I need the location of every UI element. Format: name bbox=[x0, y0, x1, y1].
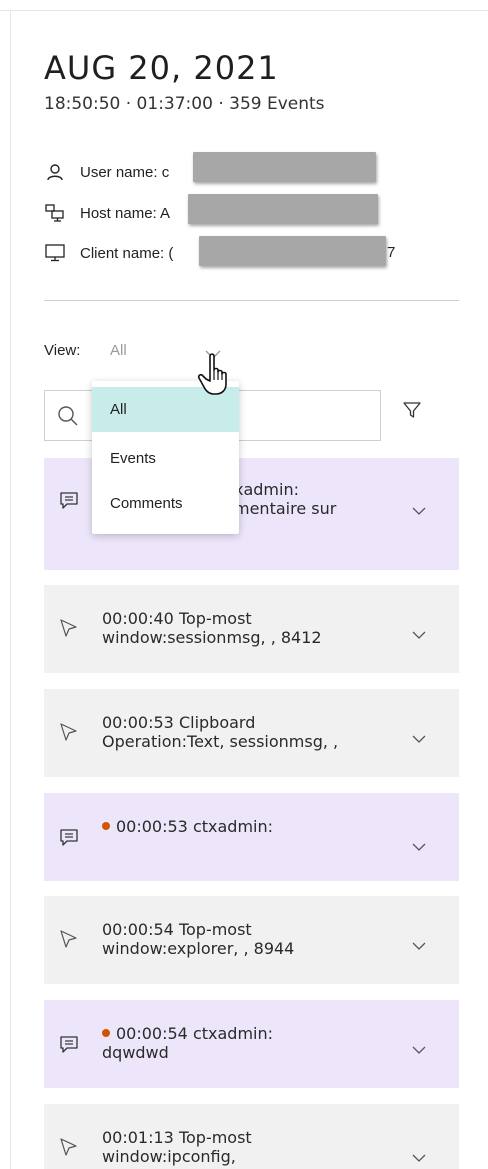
unread-dot bbox=[102, 1029, 110, 1037]
chevron-down-icon[interactable] bbox=[411, 936, 427, 955]
search-icon bbox=[57, 405, 79, 431]
host-icon bbox=[44, 202, 66, 224]
chevron-down-icon[interactable] bbox=[411, 501, 427, 520]
pointer-icon bbox=[58, 617, 80, 643]
chevron-down-icon[interactable] bbox=[411, 1040, 427, 1059]
card-line-1: 00:00:54 Top-most bbox=[102, 920, 252, 939]
comment-card[interactable]: 00:00:54 ctxadmin: dqwdwd bbox=[44, 1000, 459, 1088]
card-line-2: Operation:Text, sessionmsg, , bbox=[102, 732, 339, 751]
host-name-row: Host name: A bbox=[44, 201, 170, 225]
card-line-1: xadmin: bbox=[234, 480, 299, 499]
card-line-2: window:explorer, , 8944 bbox=[102, 939, 295, 958]
monitor-icon bbox=[44, 242, 66, 264]
left-divider bbox=[10, 10, 11, 1169]
card-line-2: window:sessionmsg, , 8412 bbox=[102, 628, 322, 647]
card-line-2: mentaire sur bbox=[234, 499, 337, 518]
chevron-down-icon[interactable] bbox=[411, 1148, 427, 1167]
comment-card[interactable]: 00:00:53 ctxadmin: bbox=[44, 793, 459, 881]
filter-icon[interactable] bbox=[402, 400, 422, 424]
card-line-1: 00:01:13 Top-most bbox=[102, 1128, 252, 1147]
client-name-label: Client name: ( bbox=[80, 244, 174, 262]
pointer-icon bbox=[58, 721, 80, 747]
card-line-1: 00:00:53 Clipboard bbox=[102, 713, 256, 732]
chevron-down-icon[interactable] bbox=[411, 625, 427, 644]
user-name-row: User name: c bbox=[44, 160, 169, 184]
host-name-label: Host name: A bbox=[80, 204, 171, 222]
pointer-icon bbox=[58, 928, 80, 954]
comment-icon bbox=[58, 490, 80, 514]
user-icon bbox=[44, 161, 66, 183]
event-card[interactable]: 00:00:40 Top-most window:sessionmsg, , 8… bbox=[44, 585, 459, 673]
event-card[interactable]: 00:01:13 Top-most window:ipconfig, bbox=[44, 1104, 459, 1169]
session-date: AUG 20, 2021 bbox=[44, 49, 279, 87]
section-divider bbox=[44, 300, 459, 301]
view-dropdown-menu: All Events Comments bbox=[92, 381, 239, 534]
card-line-1: 00:00:54 ctxadmin: bbox=[116, 1024, 274, 1043]
dropdown-option-events[interactable]: Events bbox=[92, 436, 239, 481]
event-card[interactable]: 00:00:53 Clipboard Operation:Text, sessi… bbox=[44, 689, 459, 777]
hand-cursor-icon bbox=[196, 352, 240, 402]
comment-icon bbox=[58, 1034, 80, 1058]
card-line-2: window:ipconfig, bbox=[102, 1147, 236, 1166]
view-label: View: bbox=[44, 342, 81, 359]
event-card[interactable]: 00:00:54 Top-most window:explorer, , 894… bbox=[44, 896, 459, 984]
client-name-row: Client name: ( bbox=[44, 241, 173, 265]
redacted-client-name bbox=[199, 236, 386, 266]
card-line-2: dqwdwd bbox=[102, 1043, 169, 1062]
view-select[interactable]: All bbox=[110, 342, 127, 359]
redacted-user-name bbox=[193, 152, 376, 182]
card-line-1: 00:00:40 Top-most bbox=[102, 609, 252, 628]
pointer-icon bbox=[58, 1136, 80, 1162]
chevron-down-icon[interactable] bbox=[411, 729, 427, 748]
card-line-1: 00:00:53 ctxadmin: bbox=[116, 817, 274, 836]
session-meta: 18:50:50 · 01:37:00 · 359 Events bbox=[44, 94, 325, 114]
chevron-down-icon[interactable] bbox=[411, 837, 427, 856]
unread-dot bbox=[102, 822, 110, 830]
comment-icon bbox=[58, 827, 80, 851]
client-name-suffix: 7 bbox=[387, 244, 396, 261]
dropdown-option-comments[interactable]: Comments bbox=[92, 481, 239, 526]
user-name-label: User name: c bbox=[80, 163, 170, 181]
redacted-host-name bbox=[188, 194, 378, 224]
top-divider bbox=[0, 10, 488, 11]
